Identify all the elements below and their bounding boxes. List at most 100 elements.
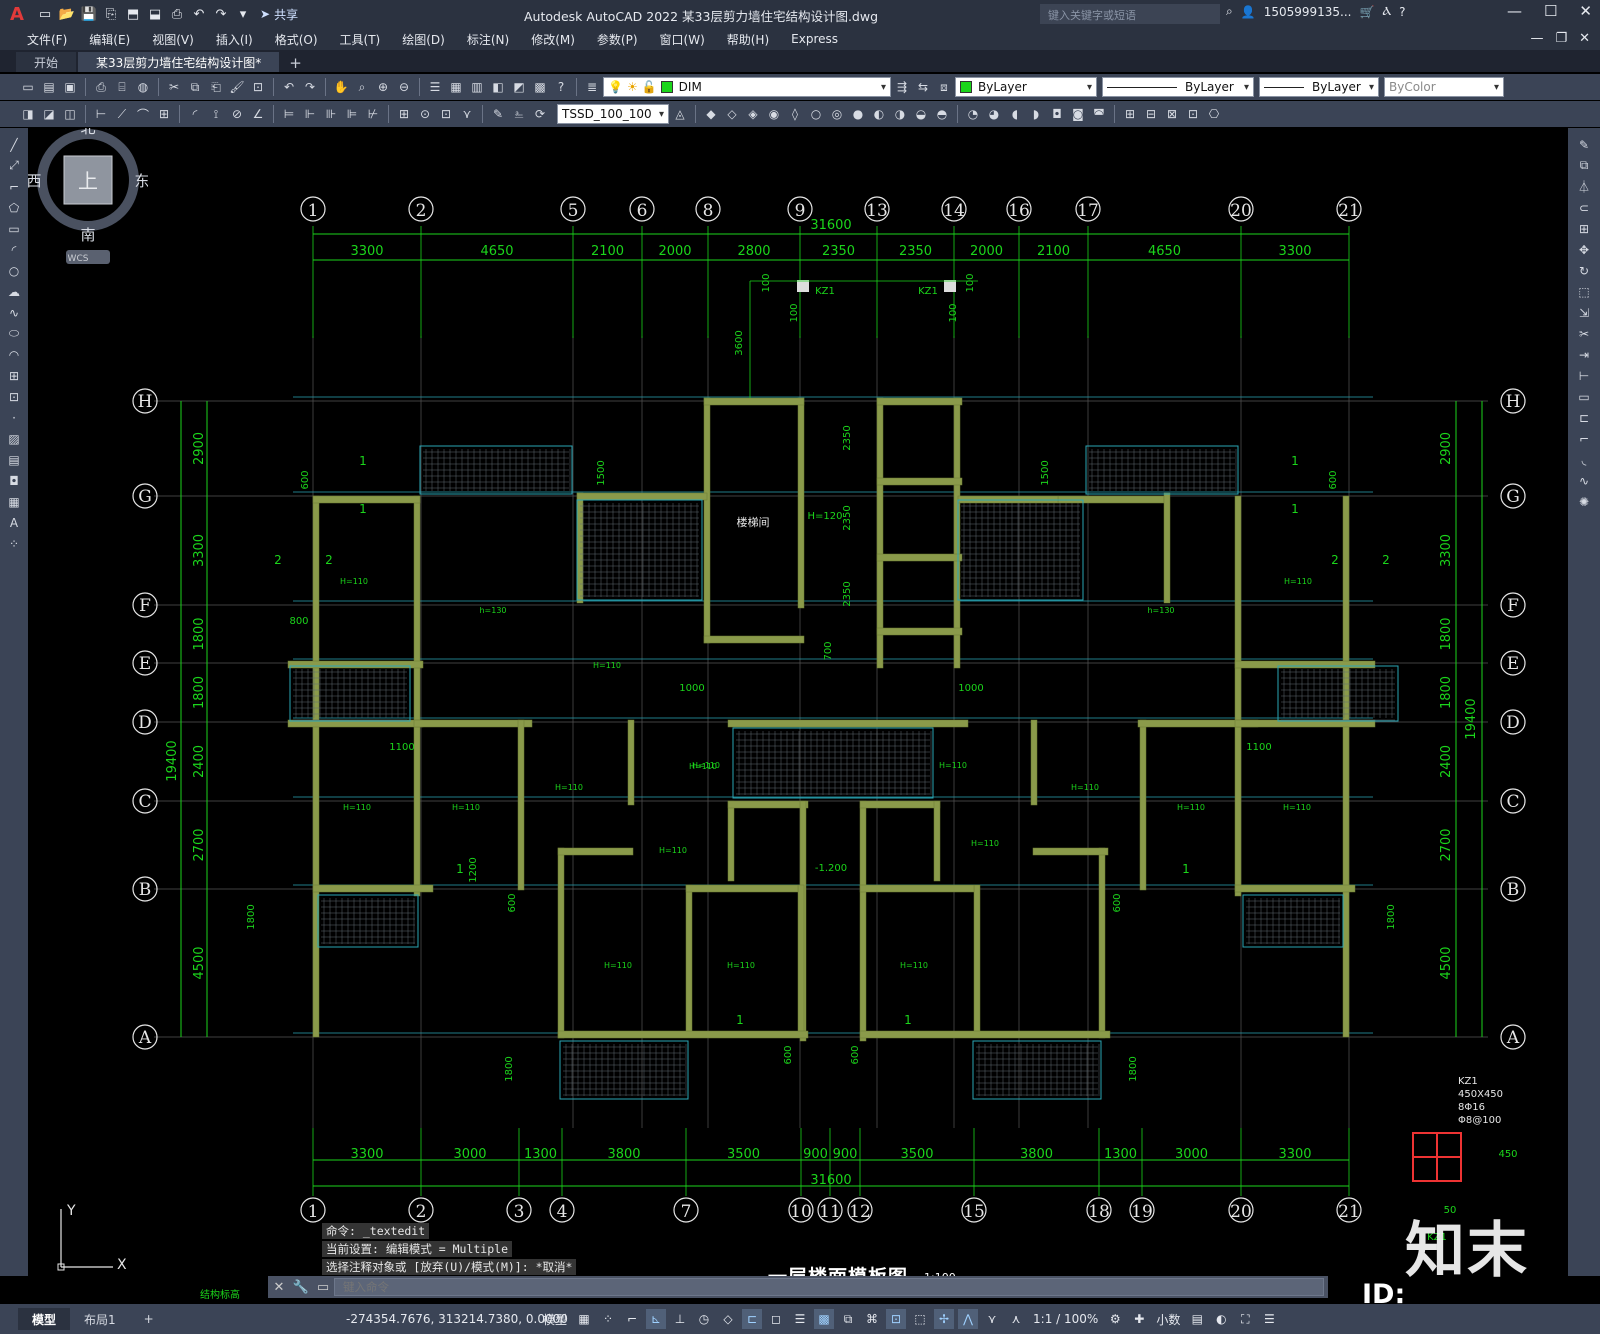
copy-icon[interactable]: ⧉ bbox=[185, 77, 205, 97]
transparency-icon[interactable]: ▩ bbox=[814, 1309, 835, 1329]
dim-update-icon[interactable]: ⟳ bbox=[530, 104, 550, 124]
center-mark-icon[interactable]: ⊙ bbox=[415, 104, 435, 124]
search-icon[interactable]: ⌕ bbox=[1226, 4, 1233, 19]
annotation-scale-value[interactable]: 1:1 / 100% bbox=[1030, 1309, 1101, 1329]
modify-6-icon[interactable]: ○ bbox=[806, 104, 826, 124]
blend-curves-icon[interactable]: ∿ bbox=[1574, 472, 1594, 489]
zoom-window-icon[interactable]: ⊕ bbox=[373, 77, 393, 97]
menu-window[interactable]: 窗口(W) bbox=[649, 31, 716, 48]
dim-break-icon[interactable]: ⊬ bbox=[363, 104, 383, 124]
model-space-button[interactable]: 模型 bbox=[540, 1309, 570, 1329]
line-icon[interactable]: ╱ bbox=[4, 136, 24, 153]
continue-dim-icon[interactable]: ⊪ bbox=[321, 104, 341, 124]
modify-8-icon[interactable]: ● bbox=[848, 104, 868, 124]
lineweight-dropdown[interactable]: ByLayer bbox=[1259, 77, 1379, 97]
viewcube-north[interactable]: 北 bbox=[80, 128, 95, 137]
quick-properties-icon[interactable]: ▤ bbox=[1187, 1309, 1207, 1329]
dim-text-edit-icon[interactable]: ⎁ bbox=[509, 104, 529, 124]
erase-icon[interactable]: ✎ bbox=[1574, 136, 1594, 153]
isodraft-icon[interactable]: ◇ bbox=[718, 1309, 738, 1329]
menu-express[interactable]: Express bbox=[780, 32, 849, 46]
tolerance-icon[interactable]: ⊞ bbox=[394, 104, 414, 124]
jogged-linear-icon[interactable]: ⋎ bbox=[457, 104, 477, 124]
region-icon[interactable]: ◘ bbox=[4, 472, 24, 489]
grid-icon[interactable]: ▦ bbox=[574, 1309, 594, 1329]
mtext-icon[interactable]: A bbox=[4, 514, 24, 531]
menu-view[interactable]: 视图(V) bbox=[141, 31, 205, 48]
web-save-icon[interactable]: ⬓ bbox=[144, 3, 166, 25]
doc-close-icon[interactable]: ✕ bbox=[1579, 31, 1590, 46]
menu-insert[interactable]: 插入(I) bbox=[205, 31, 264, 48]
block-editor-icon[interactable]: ⊡ bbox=[248, 77, 268, 97]
web-open-icon[interactable]: ⬒ bbox=[122, 3, 144, 25]
calculator-icon[interactable]: ▩ bbox=[530, 77, 550, 97]
baseline-dim-icon[interactable]: ⊩ bbox=[300, 104, 320, 124]
arc-icon[interactable]: ◜ bbox=[4, 241, 24, 258]
command-input[interactable] bbox=[334, 1278, 1324, 1296]
modify-7-icon[interactable]: ◎ bbox=[827, 104, 847, 124]
draw-order-icon[interactable]: ◨ bbox=[18, 104, 38, 124]
tab-start[interactable]: 开始 bbox=[16, 52, 77, 72]
publish-icon[interactable]: ◍ bbox=[133, 77, 153, 97]
modify-4-icon[interactable]: ◉ bbox=[764, 104, 784, 124]
help-icon[interactable]: ? bbox=[551, 77, 571, 97]
user-name[interactable]: 1505999135... bbox=[1264, 5, 1352, 19]
copy-object-icon[interactable]: ⧉ bbox=[1574, 157, 1594, 174]
spline-icon[interactable]: ∿ bbox=[4, 304, 24, 321]
make-current-icon[interactable]: ⇶ bbox=[892, 77, 912, 97]
selection-cycling-icon[interactable]: ⧉ bbox=[838, 1309, 858, 1329]
pan-icon[interactable]: ✋ bbox=[331, 77, 351, 97]
annotation-visibility-icon[interactable]: ⋀ bbox=[958, 1309, 979, 1329]
workspace-gear-icon[interactable]: ⚙ bbox=[1105, 1309, 1125, 1329]
menu-tools[interactable]: 工具(T) bbox=[329, 31, 392, 48]
view-3-icon[interactable]: ◖ bbox=[1005, 104, 1025, 124]
drawing-canvas[interactable]: 31600 3300 4650 2100 2000 2800 2350 2350 2000 210… bbox=[28, 128, 1568, 1276]
aligned-dim-icon[interactable]: ⟋ bbox=[112, 104, 132, 124]
modify-5-icon[interactable]: ◊ bbox=[785, 104, 805, 124]
markup-icon[interactable]: ◩ bbox=[509, 77, 529, 97]
dim-style-manager-icon[interactable]: ◬ bbox=[670, 104, 690, 124]
dim-style-icon[interactable]: ◫ bbox=[60, 104, 80, 124]
paste-icon[interactable]: ⎗ bbox=[206, 77, 226, 97]
make-block-icon[interactable]: ⊡ bbox=[4, 388, 24, 405]
modify-10-icon[interactable]: ◑ bbox=[890, 104, 910, 124]
lineweight-icon[interactable]: ☰ bbox=[790, 1309, 810, 1329]
view-6-icon[interactable]: ◙ bbox=[1068, 104, 1088, 124]
insert-4-icon[interactable]: ⊡ bbox=[1183, 104, 1203, 124]
modify-9-icon[interactable]: ◐ bbox=[869, 104, 889, 124]
linetype-dropdown[interactable]: ByLayer bbox=[1102, 77, 1254, 97]
radius-dim-icon[interactable]: ◜ bbox=[185, 104, 205, 124]
tab-layout1[interactable]: 布局1 bbox=[70, 1308, 130, 1330]
menu-format[interactable]: 格式(O) bbox=[264, 31, 329, 48]
minimize-button[interactable]: — bbox=[1507, 2, 1522, 20]
break-icon[interactable]: ▭ bbox=[1574, 388, 1594, 405]
jogged-dim-icon[interactable]: ⟟ bbox=[206, 104, 226, 124]
view-5-icon[interactable]: ◘ bbox=[1047, 104, 1067, 124]
menu-dimension[interactable]: 标注(N) bbox=[456, 31, 520, 48]
point-icon[interactable]: · bbox=[4, 409, 24, 426]
stretch-icon[interactable]: ⇲ bbox=[1574, 304, 1594, 321]
view-1-icon[interactable]: ◔ bbox=[963, 104, 983, 124]
extend-icon[interactable]: ⇥ bbox=[1574, 346, 1594, 363]
polyline-icon[interactable]: ⌐ bbox=[4, 178, 24, 195]
isolate-objects-icon[interactable]: ◐ bbox=[1211, 1309, 1231, 1329]
modify-2-icon[interactable]: ◇ bbox=[722, 104, 742, 124]
viewcube-west[interactable]: 西 bbox=[28, 172, 42, 190]
rotate-icon[interactable]: ↻ bbox=[1574, 262, 1594, 279]
layer-previous-icon[interactable]: ⇆ bbox=[913, 77, 933, 97]
autodesk-app-icon[interactable]: Ⲁ bbox=[1382, 4, 1391, 19]
trim-icon[interactable]: ✂ bbox=[1574, 325, 1594, 342]
share-button[interactable]: ➤ 共享 bbox=[260, 6, 298, 23]
annotation-scale-icon[interactable]: ⋏ bbox=[1006, 1309, 1026, 1329]
doc-minimize-icon[interactable]: — bbox=[1530, 31, 1543, 46]
arc-length-icon[interactable]: ⌒ bbox=[133, 104, 153, 124]
move-icon[interactable]: ✥ bbox=[1574, 241, 1594, 258]
object-snap-icon[interactable]: ◻ bbox=[766, 1309, 786, 1329]
polar-tracking-icon[interactable]: ◷ bbox=[694, 1309, 714, 1329]
modify-11-icon[interactable]: ◒ bbox=[911, 104, 931, 124]
view-4-icon[interactable]: ◗ bbox=[1026, 104, 1046, 124]
add-selected-icon[interactable]: ⁘ bbox=[4, 535, 24, 552]
undo-icon[interactable]: ↶ bbox=[279, 77, 299, 97]
dimstyle-dropdown[interactable]: TSSD_100_100 bbox=[557, 104, 669, 124]
text-style-icon[interactable]: ◪ bbox=[39, 104, 59, 124]
